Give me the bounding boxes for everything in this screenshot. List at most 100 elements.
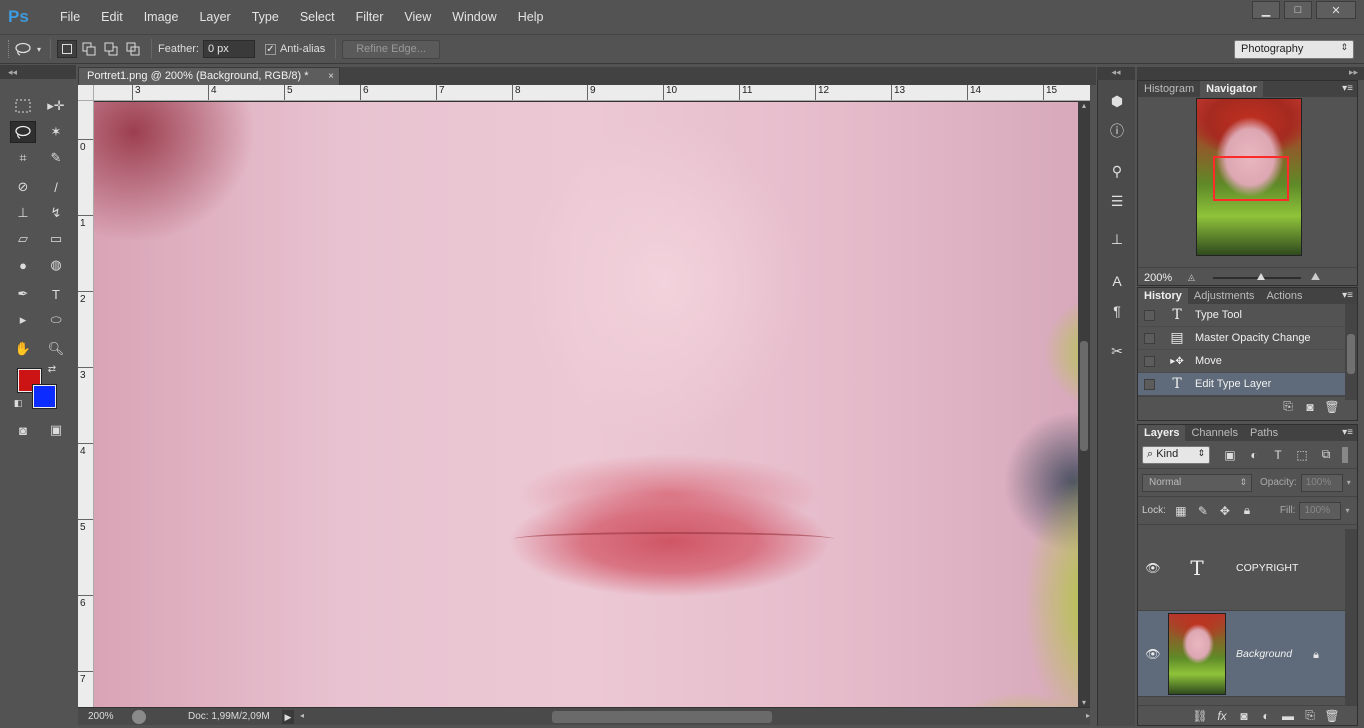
lock-position-icon[interactable]: ✥: [1214, 504, 1236, 518]
zoom-in-icon[interactable]: ⛰: [1311, 271, 1320, 284]
vertical-ruler[interactable]: 0 1 2 3 4 5 6 7: [78, 101, 94, 707]
zoom-tool-icon[interactable]: 🔍︎: [43, 338, 69, 360]
layer-style-fx-icon[interactable]: fx: [1211, 709, 1233, 723]
lock-all-icon[interactable]: 🔒︎: [1236, 503, 1258, 518]
filter-pixel-layers-icon[interactable]: ▣: [1218, 448, 1242, 462]
scroll-left-icon[interactable]: ◂: [300, 711, 304, 720]
workspace-select[interactable]: Photography ⇕: [1234, 40, 1354, 59]
menu-image[interactable]: Image: [134, 10, 190, 24]
anti-alias-checkbox[interactable]: ✓: [264, 43, 276, 55]
clone-stamp-tool-icon[interactable]: ⊥: [10, 202, 36, 224]
intersect-selection-button[interactable]: [123, 40, 143, 58]
history-item-selected[interactable]: T Edit Type Layer: [1138, 373, 1345, 396]
new-snapshot-icon[interactable]: ◙: [1299, 400, 1321, 414]
navigator-zoom-slider[interactable]: [1212, 272, 1301, 280]
tab-navigator[interactable]: Navigator: [1200, 81, 1263, 97]
tab-adjustments[interactable]: Adjustments: [1188, 288, 1261, 304]
tool-presets-icon[interactable]: ✂: [1106, 340, 1128, 362]
layer-filter-kind-select[interactable]: ⌕ Kind ⇕: [1142, 445, 1210, 464]
add-to-selection-button[interactable]: [79, 40, 99, 58]
filter-smart-objects-icon[interactable]: ⧉: [1314, 447, 1338, 462]
panel-menu-icon[interactable]: ▾≡: [1342, 288, 1353, 304]
horizontal-scrollbar[interactable]: ◂ ▸: [300, 709, 1090, 725]
blend-mode-select[interactable]: Normal ⇕: [1142, 473, 1252, 492]
opacity-dropdown-icon[interactable]: ▾: [1347, 478, 1351, 487]
trash-icon[interactable]: 🗑︎: [1321, 709, 1343, 723]
document-canvas[interactable]: [94, 101, 1078, 707]
history-snapshot-checkbox[interactable]: [1144, 309, 1155, 321]
zoom-out-icon[interactable]: ◬: [1188, 272, 1195, 283]
lock-image-pixels-icon[interactable]: ✎: [1192, 504, 1214, 518]
filter-adjustment-layers-icon[interactable]: ◐: [1242, 448, 1266, 462]
path-selection-tool-icon[interactable]: ▸: [10, 309, 36, 331]
tab-actions[interactable]: Actions: [1260, 288, 1308, 304]
menu-filter[interactable]: Filter: [346, 10, 395, 24]
menu-layer[interactable]: Layer: [189, 10, 241, 24]
close-window-button[interactable]: ✕: [1316, 1, 1356, 19]
menu-type[interactable]: Type: [242, 10, 290, 24]
close-tab-icon[interactable]: ×: [328, 68, 334, 85]
dock-collapse-bar[interactable]: ◂◂: [1097, 67, 1135, 80]
history-snapshot-checkbox[interactable]: [1144, 355, 1155, 367]
visibility-eye-icon[interactable]: 👁︎: [1138, 561, 1168, 575]
lasso-tool-icon[interactable]: [10, 121, 36, 143]
filter-shape-layers-icon[interactable]: ⬚: [1290, 448, 1314, 462]
refine-edge-button[interactable]: Refine Edge...: [342, 39, 440, 59]
maximize-button[interactable]: □: [1284, 1, 1312, 19]
fill-dropdown-icon[interactable]: ▾: [1345, 506, 1349, 515]
menu-select[interactable]: Select: [290, 10, 346, 24]
horizontal-scroll-thumb[interactable]: [552, 710, 772, 723]
layer-name[interactable]: Background: [1236, 648, 1292, 660]
eyedropper-tool-icon[interactable]: ✎: [43, 147, 69, 169]
status-zoom[interactable]: 200%: [78, 709, 126, 725]
navigator-view-box[interactable]: [1213, 156, 1289, 201]
opacity-input[interactable]: 100%: [1300, 473, 1343, 492]
filter-toggle-switch[interactable]: [1342, 446, 1348, 463]
menu-file[interactable]: File: [50, 10, 91, 24]
magic-wand-tool-icon[interactable]: ✶: [43, 121, 69, 143]
layer-name[interactable]: COPYRIGHT: [1236, 562, 1298, 574]
info-panel-icon[interactable]: ⓘ: [1106, 120, 1128, 142]
history-snapshot-checkbox[interactable]: [1144, 332, 1155, 344]
history-scroll-thumb[interactable]: [1347, 334, 1355, 374]
clone-source-icon[interactable]: ⊥: [1106, 228, 1128, 250]
brush-panel-icon[interactable]: ☰: [1106, 190, 1128, 212]
healing-brush-tool-icon[interactable]: ⊘: [10, 176, 36, 198]
minimize-button[interactable]: ▁: [1252, 1, 1280, 19]
status-menu-arrow-icon[interactable]: ▶: [282, 709, 294, 724]
link-layers-icon[interactable]: ⛓: [1189, 709, 1211, 723]
navigator-thumbnail[interactable]: [1196, 98, 1302, 256]
layers-scrollbar[interactable]: [1345, 529, 1357, 705]
menu-edit[interactable]: Edit: [91, 10, 134, 24]
3d-panel-icon[interactable]: ⬢: [1106, 90, 1128, 112]
tab-layers[interactable]: Layers: [1138, 425, 1186, 441]
navigator-zoom-value[interactable]: 200%: [1138, 272, 1188, 284]
default-colors-icon[interactable]: ◧: [10, 395, 26, 411]
vertical-scroll-thumb[interactable]: [1080, 341, 1088, 451]
panels-collapse-bar[interactable]: ▸▸: [1137, 67, 1364, 80]
new-selection-mode-button[interactable]: [57, 40, 77, 58]
tab-history[interactable]: History: [1138, 288, 1188, 304]
vertical-scrollbar[interactable]: ▴ ▾: [1078, 101, 1090, 707]
tab-channels[interactable]: Channels: [1185, 425, 1243, 441]
panel-menu-icon[interactable]: ▾≡: [1342, 81, 1353, 97]
layer-row[interactable]: 👁︎ T COPYRIGHT: [1138, 525, 1345, 611]
hand-tool-icon[interactable]: ✋: [10, 338, 36, 360]
brush-tool-icon[interactable]: /: [43, 176, 69, 198]
panel-menu-icon[interactable]: ▾≡: [1342, 425, 1353, 441]
menu-window[interactable]: Window: [442, 10, 507, 24]
tab-paths[interactable]: Paths: [1244, 425, 1284, 441]
paragraph-panel-icon[interactable]: ¶: [1106, 300, 1128, 322]
dodge-tool-icon[interactable]: ◍: [43, 254, 69, 276]
crop-tool-icon[interactable]: ⌗: [10, 147, 36, 169]
trash-icon[interactable]: 🗑︎: [1321, 400, 1343, 414]
screen-mode-icon[interactable]: ▣: [43, 419, 69, 441]
history-item[interactable]: T Type Tool: [1138, 304, 1345, 327]
swap-colors-icon[interactable]: ⇄: [44, 361, 60, 377]
lock-transparent-pixels-icon[interactable]: ▦: [1170, 504, 1192, 518]
visibility-eye-icon[interactable]: 👁︎: [1138, 647, 1168, 661]
zoom-slider-knob[interactable]: [1257, 272, 1266, 280]
fill-input[interactable]: 100%: [1299, 501, 1342, 520]
new-group-icon[interactable]: ▬: [1277, 709, 1299, 723]
history-scrollbar[interactable]: [1345, 304, 1357, 400]
